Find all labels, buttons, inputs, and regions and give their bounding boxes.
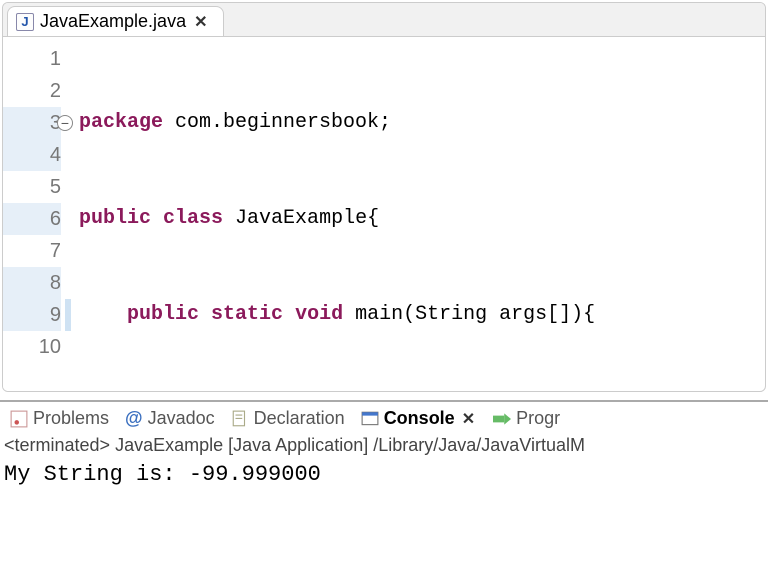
bottom-panel: Problems @ Javadoc Declaration Console ✕… — [0, 400, 768, 560]
line-number: 8 — [50, 272, 61, 294]
close-icon[interactable]: ✕ — [460, 409, 477, 429]
editor-panel: J JavaExample.java ✕ 1 2 3− 4 5 6 7 8 9 … — [2, 2, 766, 392]
tab-bar: J JavaExample.java ✕ — [3, 3, 765, 37]
progress-icon — [493, 410, 511, 428]
fold-collapse-icon[interactable]: − — [57, 115, 73, 131]
tab-javadoc[interactable]: @ Javadoc — [125, 408, 215, 429]
tab-console[interactable]: Console ✕ — [361, 408, 477, 429]
code-area[interactable]: 1 2 3− 4 5 6 7 8 9 10 package com.beginn… — [3, 37, 765, 391]
code-line: public static void main(String args[]){ — [79, 299, 765, 331]
tab-progress[interactable]: Progr — [493, 408, 560, 429]
javadoc-at-icon: @ — [125, 408, 143, 429]
java-file-icon: J — [16, 13, 34, 31]
line-gutter: 1 2 3− 4 5 6 7 8 9 10 — [3, 37, 65, 391]
tab-declaration[interactable]: Declaration — [231, 408, 345, 429]
tab-problems[interactable]: Problems — [10, 408, 109, 429]
line-number: 6 — [50, 208, 61, 230]
line-number: 7 — [50, 240, 61, 262]
line-number: 2 — [50, 80, 61, 102]
code-line: public class JavaExample{ — [79, 203, 765, 235]
console-output: My String is: -99.999000 — [0, 456, 768, 493]
line-number: 9 — [50, 304, 61, 326]
problems-icon — [10, 410, 28, 428]
line-number: 10 — [39, 336, 61, 358]
line-number: 4 — [50, 144, 61, 166]
code-line: package com.beginnersbook; — [79, 107, 765, 139]
tab-filename: JavaExample.java — [40, 11, 186, 32]
file-tab[interactable]: J JavaExample.java ✕ — [7, 6, 224, 36]
close-icon[interactable]: ✕ — [192, 12, 209, 32]
code-body[interactable]: package com.beginnersbook; public class … — [65, 37, 765, 391]
line-number: 5 — [50, 176, 61, 198]
declaration-icon — [231, 410, 249, 428]
console-icon — [361, 410, 379, 428]
bottom-tab-bar: Problems @ Javadoc Declaration Console ✕… — [0, 402, 768, 433]
line-number: 1 — [50, 48, 61, 70]
console-status: <terminated> JavaExample [Java Applicati… — [0, 433, 768, 456]
